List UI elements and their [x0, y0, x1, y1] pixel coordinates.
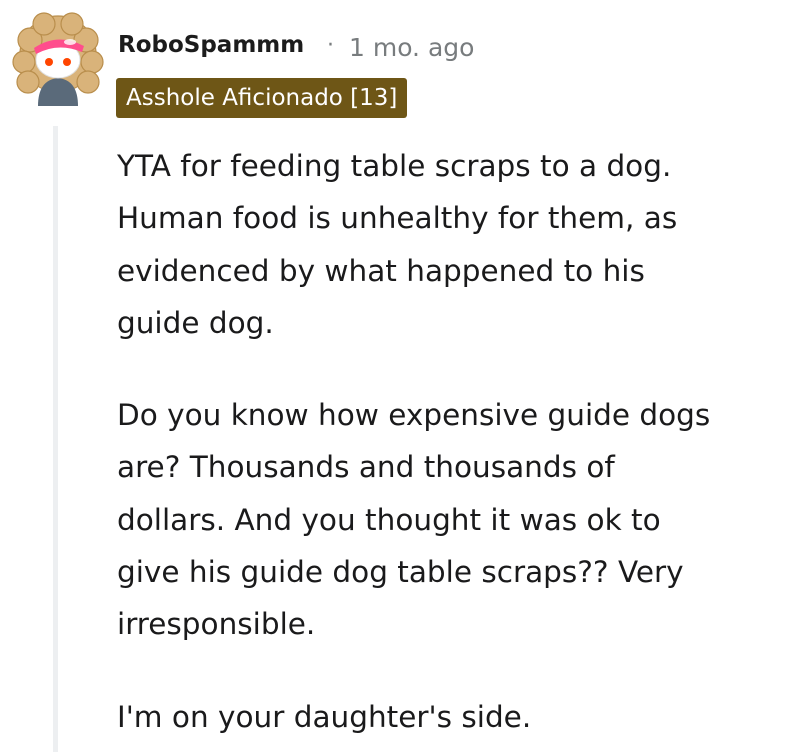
avatar[interactable]: [10, 10, 106, 106]
author-username[interactable]: RoboSpammm: [118, 32, 304, 58]
snoo-avatar-icon: [12, 12, 104, 106]
user-flair: Asshole Aficionado [13]: [116, 78, 408, 118]
comment-paragraph: Do you know how expensive guide dogs are…: [117, 398, 711, 642]
comment-paragraph: I'm on your daughter's side.: [117, 699, 532, 734]
meta-separator: ·: [327, 33, 334, 58]
comment-timestamp[interactable]: 1 mo. ago: [349, 33, 474, 62]
thread-line[interactable]: [53, 126, 58, 752]
comment-body: YTA for feeding table scraps to a dog. H…: [117, 140, 797, 743]
comment-paragraph: YTA for feeding table scraps to a dog. H…: [117, 149, 678, 340]
